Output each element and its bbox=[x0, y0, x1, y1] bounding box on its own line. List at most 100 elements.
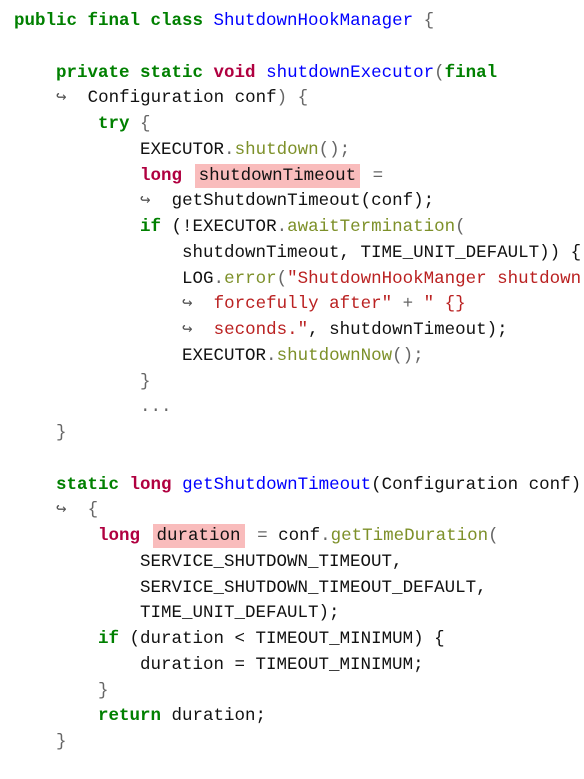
code-line: long duration = conf.getTimeDuration( bbox=[14, 524, 581, 550]
line-wrap-arrow-icon: ↪ bbox=[140, 191, 151, 212]
code-line: if (duration < TIMEOUT_MINIMUM) { bbox=[14, 627, 581, 653]
code-line: shutdownTimeout, TIME_UNIT_DEFAULT)) { bbox=[14, 241, 581, 267]
code-token: ( bbox=[276, 268, 288, 289]
code-token: duration = TIMEOUT_MINIMUM; bbox=[14, 654, 424, 675]
code-token: private static bbox=[56, 62, 214, 83]
code-line: LOG.error("ShutdownHookManger shutdown bbox=[14, 267, 581, 293]
code-token: Configuration conf bbox=[66, 88, 277, 109]
code-token: (duration < TIMEOUT_MINIMUM) { bbox=[119, 629, 445, 649]
code-token: getTimeDuration bbox=[330, 526, 489, 546]
code-token: { bbox=[413, 11, 435, 31]
code-token: public final class bbox=[14, 11, 214, 31]
code-token: { bbox=[66, 500, 99, 521]
line-wrap-arrow-icon: ↪ bbox=[56, 88, 67, 109]
code-token: } bbox=[14, 423, 67, 443]
code-token: "ShutdownHookManger shutdown bbox=[287, 268, 582, 289]
code-token: final bbox=[444, 62, 498, 83]
code-token: ) { bbox=[276, 88, 309, 109]
code-line: ... bbox=[14, 395, 581, 421]
code-token: , shutdownTimeout); bbox=[308, 320, 508, 340]
code-token: static bbox=[56, 474, 130, 495]
code-token: conf bbox=[278, 526, 321, 546]
code-token: awaitTermination bbox=[287, 217, 456, 237]
code-token: shutdownTimeout, TIME_UNIT_DEFAULT)) { bbox=[14, 242, 582, 263]
code-line: static long getShutdownTimeout(Configura… bbox=[14, 473, 581, 499]
code-token: LOG bbox=[14, 268, 214, 289]
code-token: . bbox=[266, 345, 277, 366]
line-wrap-arrow-icon: ↪ bbox=[56, 500, 67, 521]
code-line: SERVICE_SHUTDOWN_TIMEOUT_DEFAULT, bbox=[14, 576, 581, 602]
code-token: ( bbox=[455, 217, 466, 237]
code-token: getShutdownTimeout bbox=[182, 474, 372, 495]
code-line: ↪ Configuration conf) { bbox=[14, 86, 581, 112]
code-token: return bbox=[98, 706, 162, 727]
code-token: long bbox=[140, 165, 183, 186]
code-token: " {} bbox=[423, 294, 466, 315]
code-token: } bbox=[14, 680, 109, 701]
code-line: duration = TIMEOUT_MINIMUM; bbox=[14, 653, 581, 679]
code-line: private static void shutdownExecutor(fin… bbox=[14, 61, 581, 87]
code-token: . bbox=[213, 268, 225, 289]
code-token: getShutdownTimeout(conf); bbox=[150, 191, 435, 212]
code-token: error bbox=[224, 268, 277, 289]
code-token: + bbox=[392, 294, 424, 315]
code-token: TIME_UNIT_DEFAULT); bbox=[14, 603, 340, 624]
code-token: shutdown bbox=[234, 139, 319, 160]
code-line: } bbox=[14, 370, 581, 396]
code-token: (!EXECUTOR bbox=[161, 217, 277, 237]
code-line: SERVICE_SHUTDOWN_TIMEOUT, bbox=[14, 550, 581, 576]
code-line: if (!EXECUTOR.awaitTermination( bbox=[14, 215, 581, 241]
code-line: try { bbox=[14, 112, 581, 138]
code-token: } bbox=[14, 371, 151, 392]
code-token: if bbox=[140, 217, 162, 237]
code-token: (); bbox=[392, 345, 424, 366]
code-token: if bbox=[98, 629, 120, 649]
code-line: ↪ { bbox=[14, 498, 581, 524]
code-token: = bbox=[246, 526, 279, 546]
code-listing: public final class ShutdownHookManager {… bbox=[14, 9, 581, 756]
code-token: (Configuration conf) bbox=[371, 474, 582, 495]
code-token: long bbox=[129, 474, 172, 495]
code-line: ↪ seconds.", shutdownTimeout); bbox=[14, 318, 581, 344]
code-line: } bbox=[14, 679, 581, 705]
code-token: shutdownExecutor bbox=[266, 62, 435, 83]
line-wrap-arrow-icon: ↪ bbox=[182, 320, 193, 340]
code-token: } bbox=[14, 732, 67, 752]
code-token: seconds." bbox=[213, 320, 309, 340]
code-line: ↪ getShutdownTimeout(conf); bbox=[14, 189, 581, 215]
code-token: EXECUTOR bbox=[14, 345, 267, 366]
code-token: ( bbox=[488, 526, 499, 546]
code-token: void bbox=[213, 62, 256, 83]
code-token: SERVICE_SHUTDOWN_TIMEOUT_DEFAULT, bbox=[14, 577, 487, 598]
code-token: forcefully after" bbox=[213, 294, 393, 315]
line-wrap-arrow-icon: ↪ bbox=[182, 294, 193, 315]
code-token: try bbox=[98, 114, 130, 134]
code-token: shutdownNow bbox=[276, 345, 393, 366]
code-token: = bbox=[362, 165, 384, 186]
code-token: . bbox=[224, 139, 235, 160]
code-token: long bbox=[98, 526, 141, 546]
code-line: ↪ forcefully after" + " {} bbox=[14, 292, 581, 318]
code-line: TIME_UNIT_DEFAULT); bbox=[14, 601, 581, 627]
code-token: { bbox=[129, 114, 151, 134]
code-token: ShutdownHookManager bbox=[213, 11, 414, 31]
code-line: public final class ShutdownHookManager { bbox=[14, 9, 581, 35]
highlighted-variable: duration bbox=[152, 524, 245, 548]
code-token: ... bbox=[14, 397, 172, 418]
code-line: EXECUTOR.shutdownNow(); bbox=[14, 344, 581, 370]
